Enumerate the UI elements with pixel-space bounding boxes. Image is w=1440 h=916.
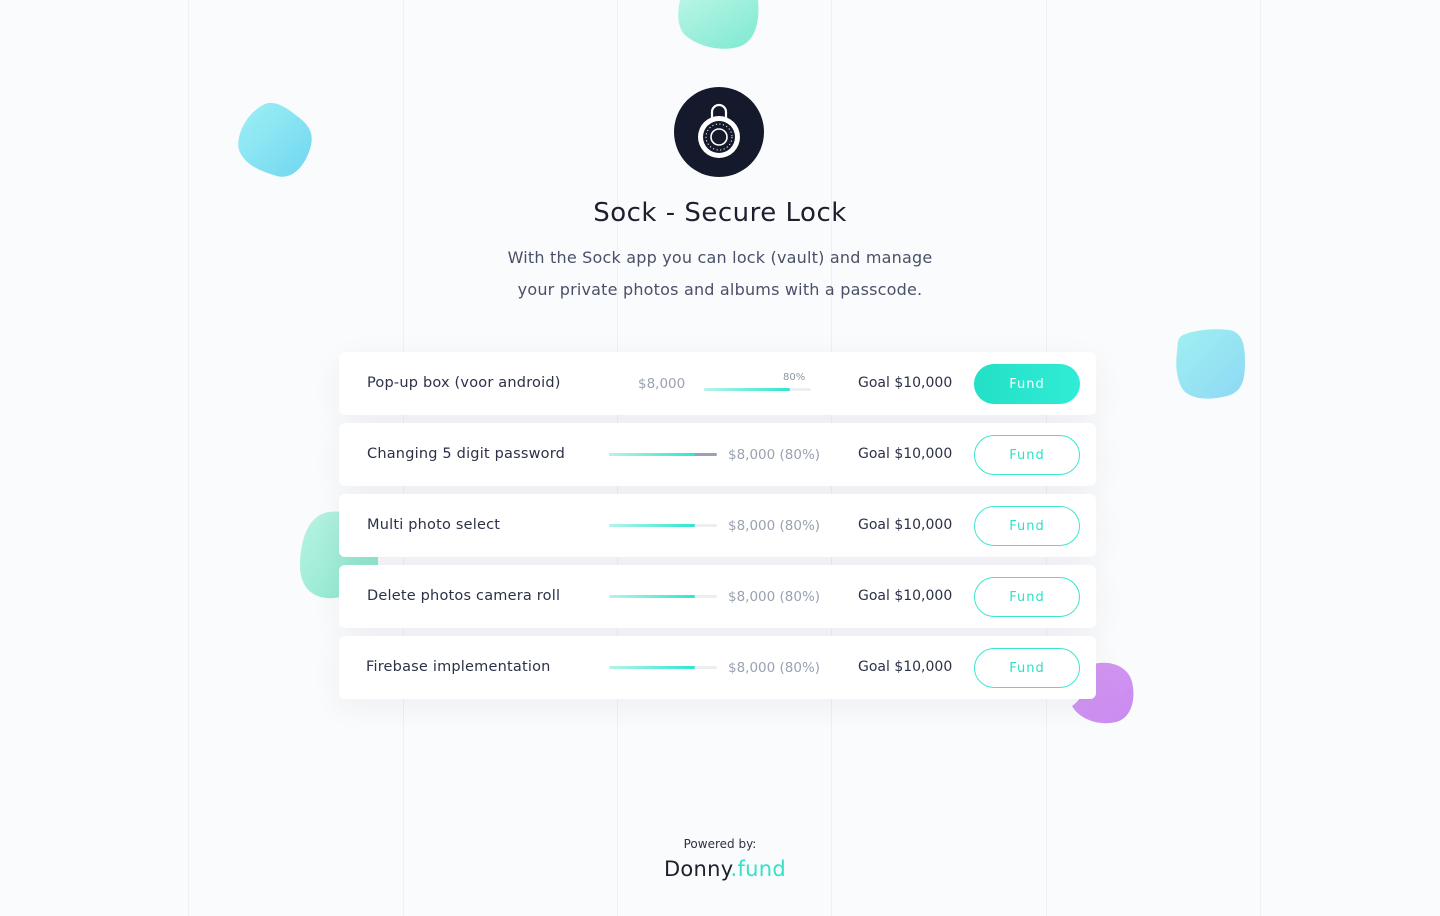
fund-button[interactable]: Fund [974, 364, 1080, 404]
progress-fill [704, 388, 790, 391]
description-line: With the Sock app you can lock (vault) a… [507, 248, 933, 267]
funded-amount: $8,000 [638, 376, 686, 392]
decorative-blob-right [1176, 329, 1245, 399]
progress-bar [704, 388, 811, 391]
feature-card: Firebase implementation $8,000 (80%) Goa… [339, 636, 1096, 699]
progress-fill [609, 595, 696, 598]
combination-lock-icon [698, 103, 740, 158]
progress-fill [609, 666, 696, 669]
feature-card: Delete photos camera roll $8,000 (80%) G… [339, 565, 1096, 628]
funded-amount: $8,000 (80%) [728, 589, 821, 605]
progress-bar [609, 524, 717, 527]
feature-name: Firebase implementation [366, 659, 551, 675]
powered-by-label: Powered by: [683, 837, 757, 851]
brand-link[interactable]: Donny.fund [0, 857, 1440, 881]
app-description: With the Sock app you can lock (vault) a… [470, 242, 970, 306]
page-title: Sock - Secure Lock [593, 198, 847, 228]
goal-label: Goal $10,000 [858, 375, 953, 391]
grid-line [1260, 0, 1261, 916]
feature-name: Delete photos camera roll [367, 588, 561, 604]
progress-bar [609, 595, 717, 598]
fund-button[interactable]: Fund [974, 506, 1080, 546]
funded-amount: $8,000 (80%) [728, 660, 821, 676]
feature-name: Pop-up box (voor android) [367, 375, 561, 391]
feature-card: Pop-up box (voor android) $8,000 80% Goa… [339, 352, 1096, 415]
feature-card: Changing 5 digit password $8,000 (80%) G… [339, 423, 1096, 486]
decorative-blob-left [238, 102, 312, 177]
decorative-blob-top [678, 0, 759, 49]
fund-button[interactable]: Fund [974, 577, 1080, 617]
fund-button[interactable]: Fund [974, 648, 1080, 688]
fund-button[interactable]: Fund [974, 435, 1080, 475]
progress-percent: 80% [783, 372, 806, 383]
brand-suffix: .fund [730, 857, 787, 881]
brand-name: Donny [663, 857, 731, 881]
description-line: your private photos and albums with a pa… [517, 280, 923, 299]
feature-name: Multi photo select [367, 517, 501, 533]
goal-label: Goal $10,000 [858, 588, 953, 604]
progress-bar [609, 666, 717, 669]
app-logo [674, 87, 764, 177]
goal-label: Goal $10,000 [858, 659, 953, 675]
goal-label: Goal $10,000 [858, 517, 953, 533]
funded-amount: $8,000 (80%) [728, 518, 821, 534]
grid-line [188, 0, 189, 916]
feature-card: Multi photo select $8,000 (80%) Goal $10… [339, 494, 1096, 557]
feature-name: Changing 5 digit password [367, 446, 566, 462]
progress-fill [609, 453, 696, 456]
funded-amount: $8,000 (80%) [728, 447, 821, 463]
progress-fill [609, 524, 696, 527]
progress-bar [609, 453, 717, 456]
goal-label: Goal $10,000 [858, 446, 953, 462]
